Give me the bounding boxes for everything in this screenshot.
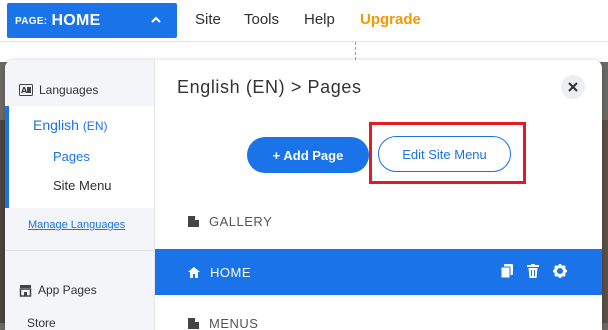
page-selector-prefix: PAGE: [15,16,47,27]
gear-icon[interactable] [553,264,567,278]
close-icon [568,82,578,92]
layout-guide-line [355,42,356,60]
languages-heading-label: Languages [39,83,98,97]
store-icon [19,284,32,297]
duplicate-icon[interactable] [501,264,513,278]
app-pages-heading: App Pages [19,283,97,297]
nav-site[interactable]: Site [195,11,221,28]
translate-icon: A [19,84,33,96]
manage-languages-link[interactable]: Manage Languages [28,219,125,231]
language-code: (EN) [83,119,108,133]
page-selector-button[interactable]: PAGE: HOME [7,3,177,38]
nav-help[interactable]: Help [304,11,335,28]
editor-top-bar: PAGE: HOME Site Tools Help Upgrade [0,0,608,42]
pages-panel: A Languages English (EN) Pages Site Menu… [5,60,602,330]
language-name: English [33,117,79,133]
languages-sidebar: A Languages English (EN) Pages Site Menu… [5,60,155,330]
page-row-label: HOME [210,265,251,280]
nav-tools[interactable]: Tools [244,11,279,28]
sidebar-item-store[interactable]: Store [27,316,56,330]
page-row-label: GALLERY [209,214,272,229]
page-icon [188,318,199,329]
chevron-up-icon [149,13,163,27]
app-pages-heading-label: App Pages [38,283,97,297]
add-page-button[interactable]: + Add Page [247,137,369,173]
highlight-annotation [369,122,526,184]
site-canvas-top [0,42,608,62]
page-row-menus[interactable]: MENUS [155,300,602,330]
language-item-english[interactable]: English (EN) [33,117,107,133]
nav-upgrade[interactable]: Upgrade [360,11,421,28]
languages-heading: A Languages [19,83,98,97]
sidebar-divider [5,250,154,251]
page-row-gallery[interactable]: GALLERY [155,198,602,244]
close-button[interactable] [561,75,585,99]
home-icon [188,267,200,278]
page-selector-name: HOME [51,12,100,30]
sidebar-item-pages[interactable]: Pages [53,149,90,164]
svg-text:A: A [21,86,28,95]
page-row-actions [501,264,567,278]
page-icon [188,216,199,227]
sidebar-item-site-menu[interactable]: Site Menu [53,178,112,193]
page-title: English (EN) > Pages [177,77,362,98]
page-row-home[interactable]: HOME [155,249,602,295]
trash-icon[interactable] [527,264,539,278]
active-language-indicator [5,106,9,208]
